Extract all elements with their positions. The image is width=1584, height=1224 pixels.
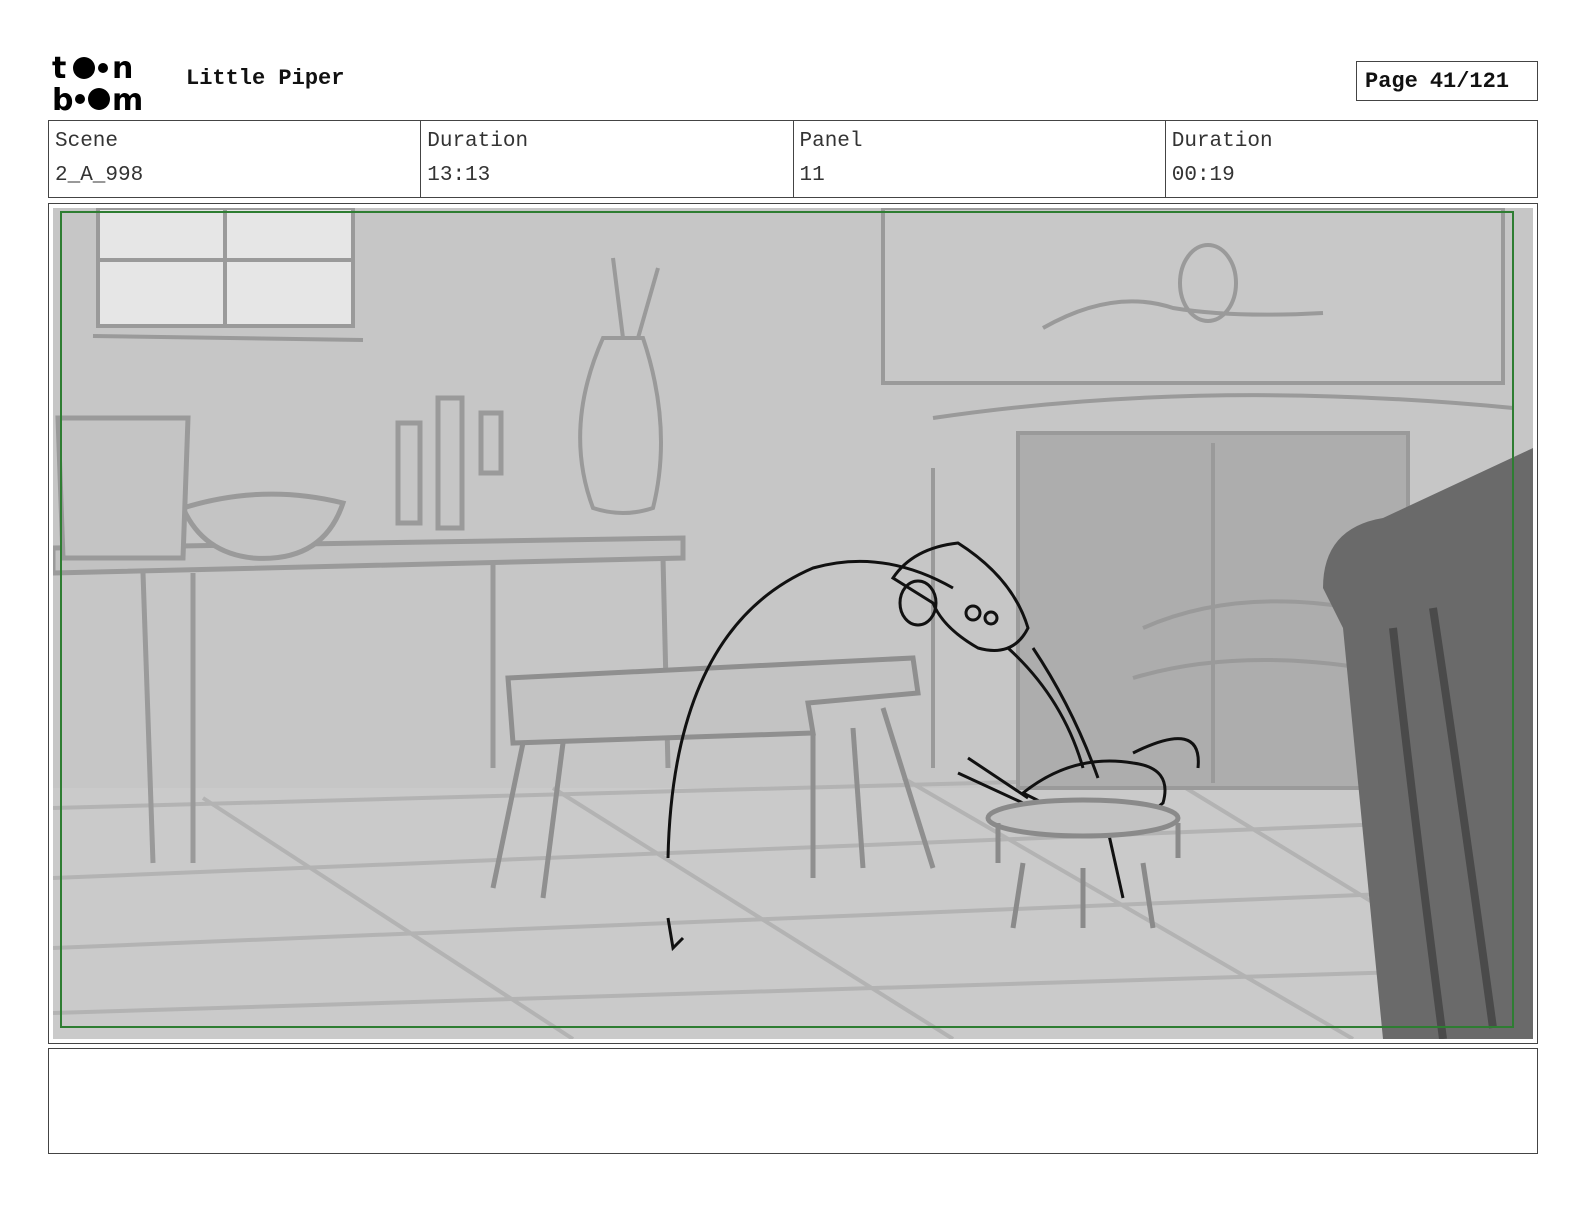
panel-value: 11 xyxy=(799,164,825,187)
panel-duration-cell: Duration 00:19 xyxy=(1166,121,1537,197)
scene-label: Scene xyxy=(55,130,119,153)
scene-info-table: Scene 2_A_998 Duration 13:13 Panel 11 Du… xyxy=(48,120,1538,198)
svg-text:b: b xyxy=(52,83,73,114)
scene-duration-cell: Duration 13:13 xyxy=(421,121,794,197)
page-number: 41/121 xyxy=(1429,68,1510,94)
window-sketch xyxy=(92,208,364,342)
toon-boom-logo: t n b m xyxy=(50,50,165,118)
scene-duration-value: 13:13 xyxy=(427,164,491,187)
storyboard-panel xyxy=(48,203,1538,1044)
panel-duration-label: Duration xyxy=(1171,130,1273,153)
page-label: Page xyxy=(1365,68,1418,94)
scene-cell: Scene 2_A_998 xyxy=(49,121,422,197)
panel-label: Panel xyxy=(799,130,863,153)
panel-cell: Panel 11 xyxy=(794,121,1166,197)
project-title: Little Piper xyxy=(186,66,345,91)
page-indicator: Page 41/121 xyxy=(1356,61,1538,101)
scene-value: 2_A_998 xyxy=(55,164,144,187)
svg-text:n: n xyxy=(112,51,133,86)
svg-text:m: m xyxy=(112,83,143,114)
scene-duration-label: Duration xyxy=(427,130,529,153)
svg-text:t: t xyxy=(52,51,66,86)
panel-duration-value: 00:19 xyxy=(1171,164,1235,187)
panel-sketch-image xyxy=(53,208,1533,1039)
panel-notes-box xyxy=(48,1048,1538,1154)
